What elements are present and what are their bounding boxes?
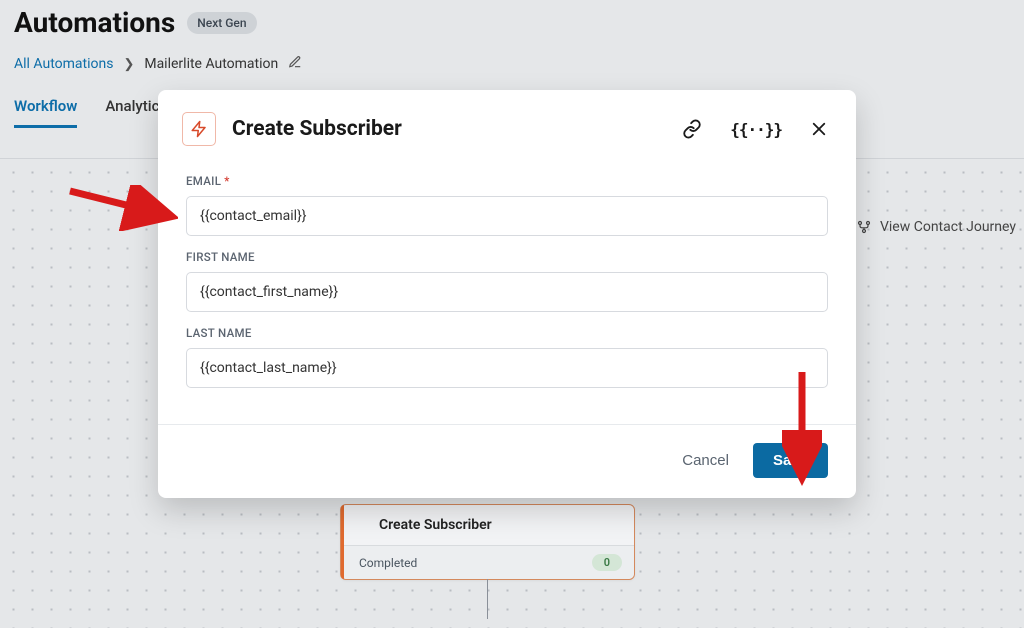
email-field[interactable] [186, 196, 828, 236]
bolt-icon [182, 112, 216, 146]
node-connector [487, 579, 488, 619]
save-button[interactable]: Save [753, 443, 828, 478]
email-label: EMAIL* [186, 174, 828, 188]
last-name-label: LAST NAME [186, 326, 828, 340]
node-title: Create Subscriber [341, 505, 634, 545]
node-status: Completed [359, 556, 417, 570]
node-accent-stripe [341, 505, 344, 579]
view-journey-label: View Contact Journey [880, 219, 1016, 235]
close-icon[interactable] [810, 120, 828, 138]
pencil-icon[interactable] [288, 55, 302, 73]
next-gen-badge: Next Gen [187, 12, 256, 34]
link-icon[interactable] [682, 119, 702, 139]
workflow-node-create-subscriber[interactable]: Create Subscriber Completed 0 [340, 504, 635, 580]
tab-workflow[interactable]: Workflow [14, 97, 77, 128]
modal-title: Create Subscriber [232, 117, 682, 141]
last-name-field[interactable] [186, 348, 828, 388]
page-title: Automations [14, 6, 175, 39]
variables-icon[interactable]: {{··}} [730, 120, 782, 139]
branch-icon [856, 219, 872, 235]
first-name-field[interactable] [186, 272, 828, 312]
breadcrumb: All Automations ❯ Mailerlite Automation [14, 55, 1010, 73]
create-subscriber-modal: Create Subscriber {{··}} EMAIL* FIRST NA… [158, 90, 856, 498]
breadcrumb-root-link[interactable]: All Automations [14, 56, 113, 72]
chevron-right-icon: ❯ [123, 57, 134, 72]
breadcrumb-current: Mailerlite Automation [144, 56, 278, 72]
cancel-button[interactable]: Cancel [676, 444, 735, 477]
first-name-label: FIRST NAME [186, 250, 828, 264]
view-contact-journey-button[interactable]: View Contact Journey [856, 219, 1016, 235]
node-count-badge: 0 [592, 554, 622, 571]
